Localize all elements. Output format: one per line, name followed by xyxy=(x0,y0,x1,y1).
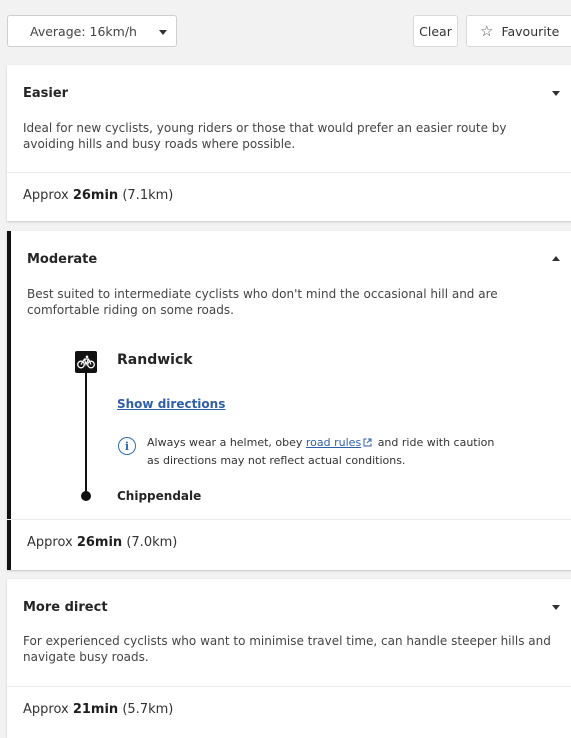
route-distance: (7.0km) xyxy=(126,535,178,550)
route-card-header-moderate[interactable]: Moderate xyxy=(7,231,571,286)
route-timeline-line xyxy=(85,366,87,494)
route-card-header-more-direct[interactable]: More direct xyxy=(7,579,571,634)
route-card-more-direct: More direct For experienced cyclists who… xyxy=(7,579,571,738)
route-description: Ideal for new cyclists, young riders or … xyxy=(23,121,507,151)
route-title: More direct xyxy=(23,600,108,615)
clear-button[interactable]: Clear xyxy=(413,15,458,47)
route-duration: 26min xyxy=(76,535,123,550)
favourite-button[interactable]: ☆ Favourite xyxy=(466,15,571,47)
route-distance: (7.1km) xyxy=(122,188,174,203)
info-icon: i xyxy=(118,437,136,455)
approx-prefix: Approx xyxy=(23,188,69,203)
speed-select-value: Average: 16km/h xyxy=(30,23,137,39)
route-card-header-easier[interactable]: Easier xyxy=(7,65,571,125)
chevron-up-icon[interactable] xyxy=(552,256,560,261)
route-approx: Approx 26min (7.0km) xyxy=(27,535,177,550)
route-title: Moderate xyxy=(27,252,98,267)
destination-dot xyxy=(81,491,91,501)
route-origin: Randwick xyxy=(117,352,193,368)
clear-button-label: Clear xyxy=(419,23,452,39)
route-description: Best suited to intermediate cyclists who… xyxy=(27,287,498,317)
safety-notice: Always wear a helmet, obey road rules an… xyxy=(147,434,507,470)
toolbar: Average: 16km/h Clear ☆ Favourite xyxy=(0,0,571,64)
route-duration: 21min xyxy=(72,702,119,717)
route-destination: Chippendale xyxy=(117,489,202,503)
chevron-down-icon xyxy=(159,30,167,35)
route-description: For experienced cyclists who want to min… xyxy=(23,634,551,664)
safety-notice-text-start: Always wear a helmet, obey xyxy=(147,436,303,449)
route-distance: (5.7km) xyxy=(122,702,174,717)
divider xyxy=(7,686,571,687)
route-card-easier: Easier Ideal for new cyclists, young rid… xyxy=(7,65,571,221)
route-duration: 26min xyxy=(72,188,119,203)
approx-prefix: Approx xyxy=(23,702,69,717)
divider xyxy=(7,519,571,520)
chevron-down-icon[interactable] xyxy=(552,605,560,610)
road-rules-link[interactable]: road rules xyxy=(306,436,361,449)
route-card-moderate: Moderate Best suited to intermediate cyc… xyxy=(7,231,571,570)
favourite-button-label: Favourite xyxy=(501,23,560,39)
divider xyxy=(7,172,571,173)
show-directions-link[interactable]: Show directions xyxy=(117,397,225,411)
route-title: Easier xyxy=(23,86,69,101)
star-outline-icon: ☆ xyxy=(480,21,494,40)
route-approx: Approx 26min (7.1km) xyxy=(23,188,173,203)
chevron-down-icon[interactable] xyxy=(552,91,560,96)
speed-select[interactable]: Average: 16km/h xyxy=(7,15,177,47)
bicycle-icon xyxy=(75,351,97,373)
approx-prefix: Approx xyxy=(27,535,73,550)
route-approx: Approx 21min (5.7km) xyxy=(23,702,173,717)
external-link-icon xyxy=(363,438,372,446)
